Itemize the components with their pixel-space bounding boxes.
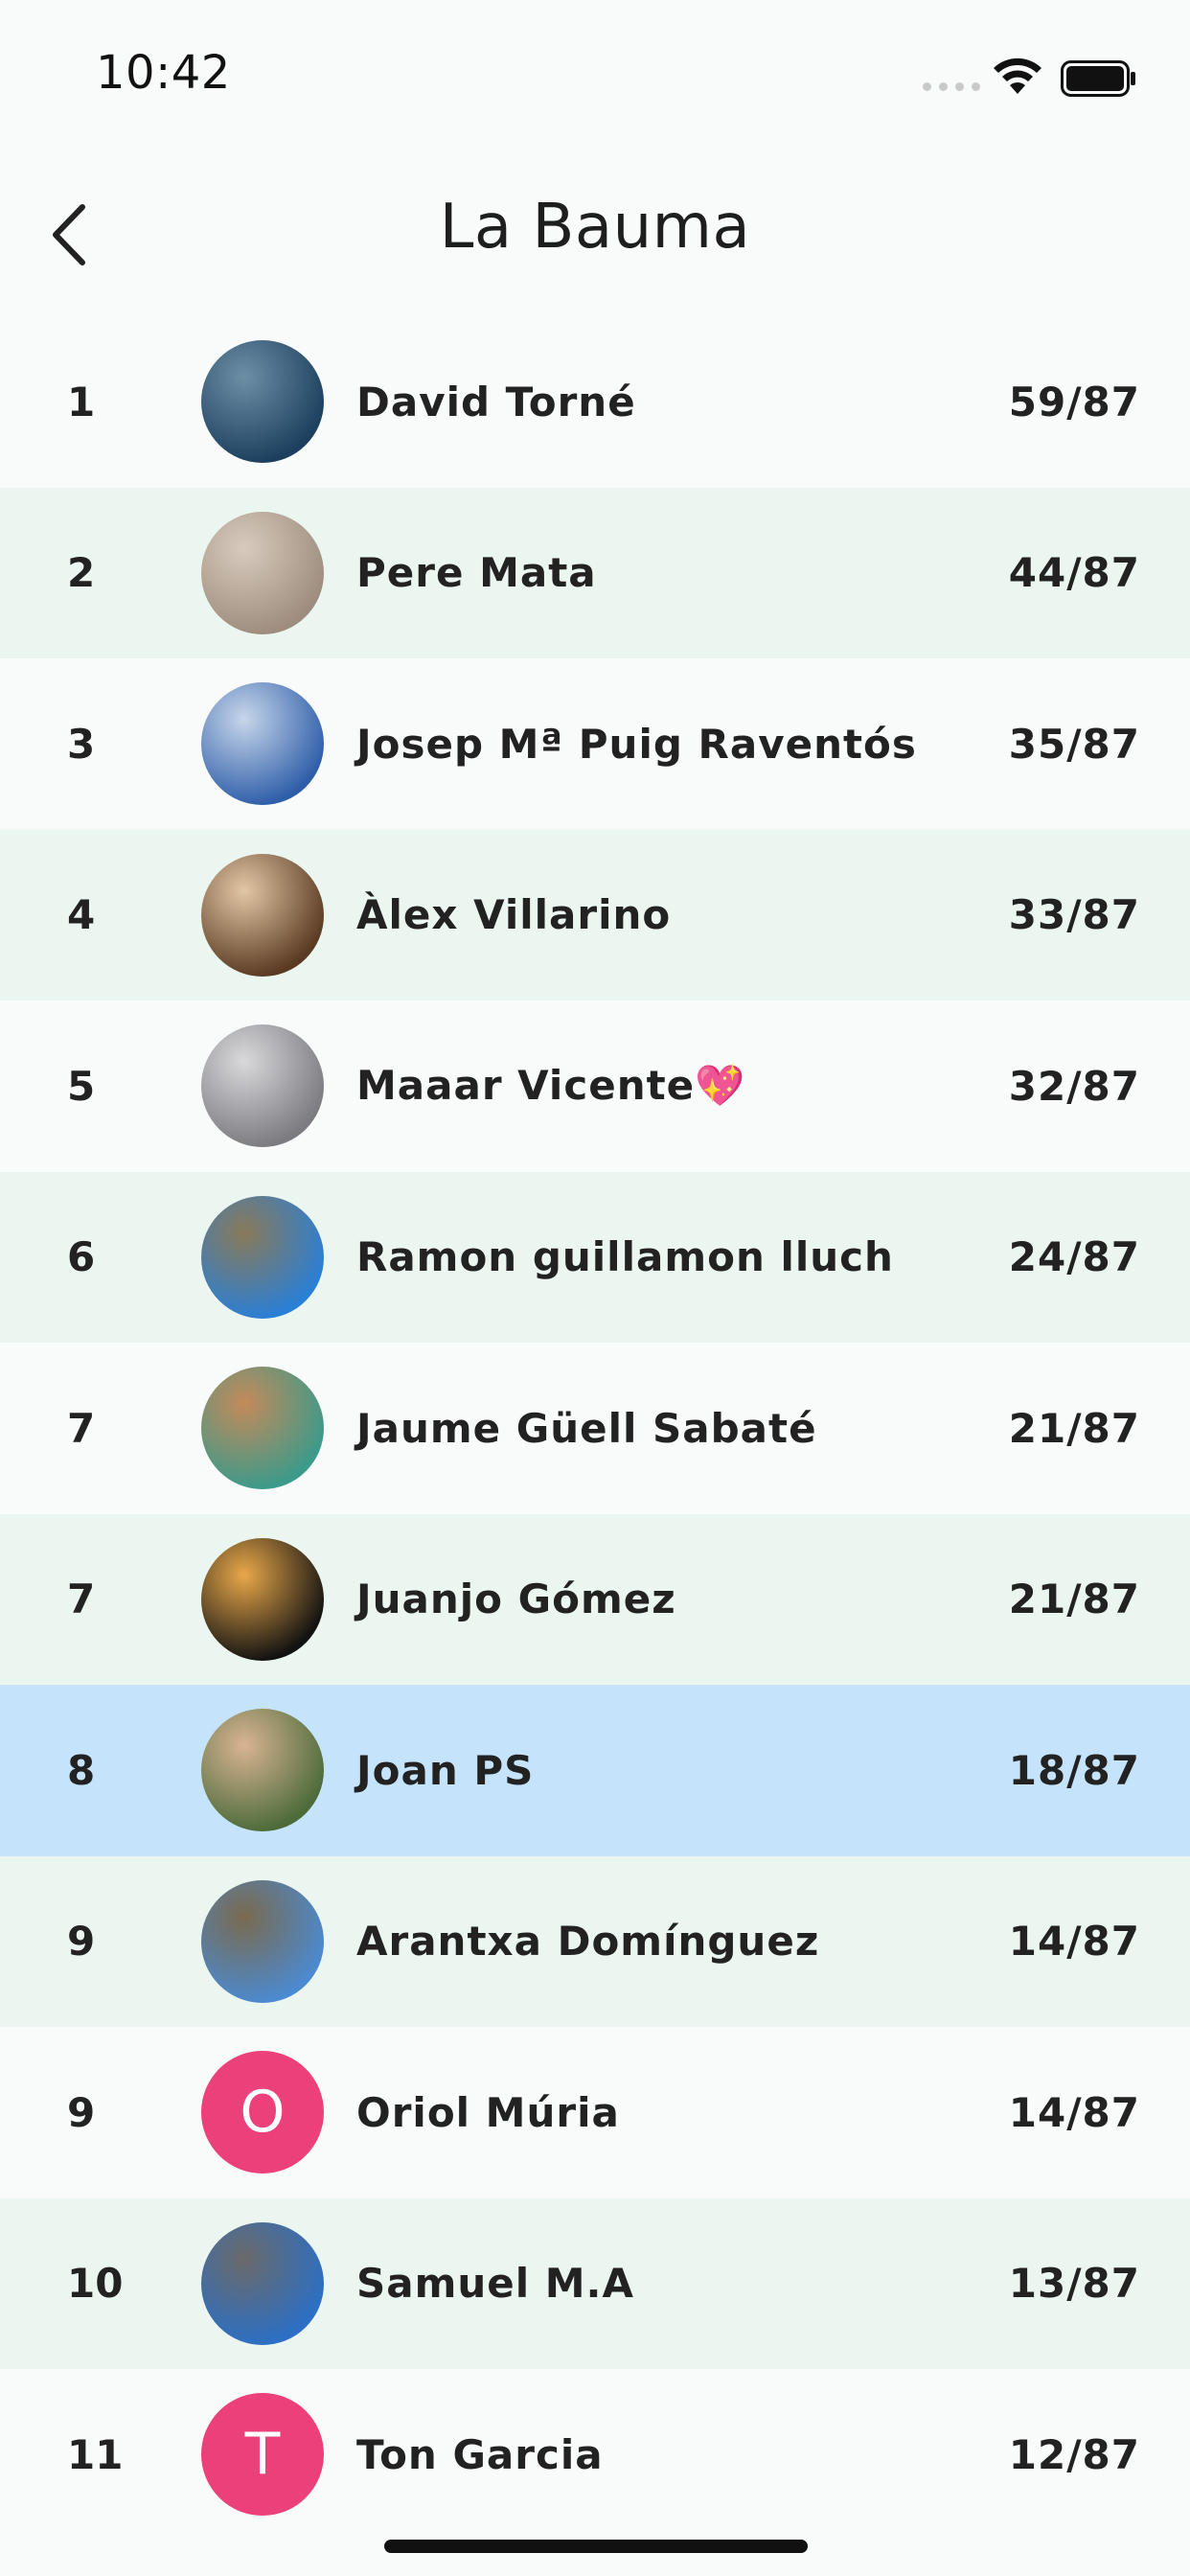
score: 35/87 <box>1008 720 1140 768</box>
climber-name: Àlex Villarino <box>356 891 672 939</box>
climber-name: Josep Mª Puig Raventós <box>356 720 917 768</box>
avatar <box>201 340 324 464</box>
ranking-row[interactable]: 5 Maaar Vicente💖 32/87 <box>0 1000 1190 1172</box>
navigation-bar: La Bauma <box>0 144 1190 316</box>
ranking-row[interactable]: 9 O Oriol Múria 14/87 <box>0 2027 1190 2198</box>
cellular-signal-icon <box>923 82 980 91</box>
ranking-row[interactable]: 1 David Torné 59/87 <box>0 316 1190 488</box>
home-indicator <box>384 2540 808 2553</box>
score: 32/87 <box>1008 1062 1140 1110</box>
score: 14/87 <box>1008 1918 1140 1966</box>
rank-number: 1 <box>67 378 96 426</box>
rank-number: 11 <box>67 2430 124 2478</box>
ranking-row[interactable]: 11 T Ton Garcia 12/87 <box>0 2369 1190 2541</box>
climber-name: David Torné <box>356 378 636 426</box>
avatar <box>201 1024 324 1148</box>
ranking-row[interactable]: 7 Juanjo Gómez 21/87 <box>0 1513 1190 1685</box>
climber-name: Pere Mata <box>356 549 597 597</box>
climber-name: Oriol Múria <box>356 2088 620 2136</box>
ranking-list: 1 David Torné 59/87 2 Pere Mata 44/87 3 Josep M… <box>0 316 1190 2541</box>
rank-number: 2 <box>67 549 96 597</box>
page-title: La Bauma <box>439 192 751 263</box>
climber-name: Ramon guillamon lluch <box>356 1233 894 1281</box>
rank-number: 9 <box>67 2088 96 2136</box>
score: 59/87 <box>1008 378 1140 426</box>
avatar <box>201 2221 324 2345</box>
score: 21/87 <box>1008 1404 1140 1452</box>
avatar <box>201 1195 324 1319</box>
avatar-initial: O <box>240 2079 286 2147</box>
avatar <box>201 511 324 634</box>
ranking-row[interactable]: 10 Samuel M.A 13/87 <box>0 2197 1190 2369</box>
avatar: T <box>201 2393 324 2517</box>
ranking-row[interactable]: 7 Jaume Güell Sabaté 21/87 <box>0 1343 1190 1514</box>
score: 21/87 <box>1008 1576 1140 1623</box>
climber-name: Arantxa Domínguez <box>356 1918 820 1966</box>
avatar-initial: T <box>244 2421 281 2489</box>
climber-name: Joan PS <box>356 1746 535 1794</box>
rank-number: 10 <box>67 2260 124 2308</box>
rank-number: 3 <box>67 720 96 768</box>
battery-icon <box>1061 60 1135 97</box>
rank-number: 7 <box>67 1576 96 1623</box>
climber-name: Jaume Güell Sabaté <box>356 1404 817 1452</box>
climber-name: Ton Garcia <box>356 2430 604 2478</box>
avatar: O <box>201 2051 324 2174</box>
ranking-row-current-user[interactable]: 8 Joan PS 18/87 <box>0 1685 1190 1856</box>
rank-number: 7 <box>67 1404 96 1452</box>
climber-name: Maaar Vicente💖 <box>356 1062 746 1110</box>
ranking-row[interactable]: 6 Ramon guillamon lluch 24/87 <box>0 1171 1190 1343</box>
avatar <box>201 1879 324 2003</box>
avatar <box>201 682 324 806</box>
ranking-row[interactable]: 2 Pere Mata 44/87 <box>0 487 1190 658</box>
score: 12/87 <box>1008 2430 1140 2478</box>
score: 44/87 <box>1008 549 1140 597</box>
ranking-row[interactable]: 4 Àlex Villarino 33/87 <box>0 829 1190 1000</box>
score: 13/87 <box>1008 2260 1140 2308</box>
score: 18/87 <box>1008 1746 1140 1794</box>
ranking-row[interactable]: 9 Arantxa Domínguez 14/87 <box>0 1855 1190 2027</box>
avatar <box>201 1709 324 1832</box>
avatar <box>201 1537 324 1661</box>
avatar <box>201 853 324 977</box>
rank-number: 6 <box>67 1233 96 1281</box>
score: 24/87 <box>1008 1233 1140 1281</box>
status-time: 10:42 <box>96 46 231 100</box>
score: 33/87 <box>1008 891 1140 939</box>
avatar <box>201 1367 324 1490</box>
rank-number: 8 <box>67 1746 96 1794</box>
score: 14/87 <box>1008 2088 1140 2136</box>
rank-number: 5 <box>67 1062 96 1110</box>
status-bar: 10:42 <box>0 0 1190 144</box>
ranking-row[interactable]: 3 Josep Mª Puig Raventós 35/87 <box>0 658 1190 830</box>
climber-name: Samuel M.A <box>356 2260 635 2308</box>
climber-name: Juanjo Gómez <box>356 1576 676 1623</box>
wifi-icon <box>994 58 1041 94</box>
rank-number: 9 <box>67 1918 96 1966</box>
rank-number: 4 <box>67 891 96 939</box>
